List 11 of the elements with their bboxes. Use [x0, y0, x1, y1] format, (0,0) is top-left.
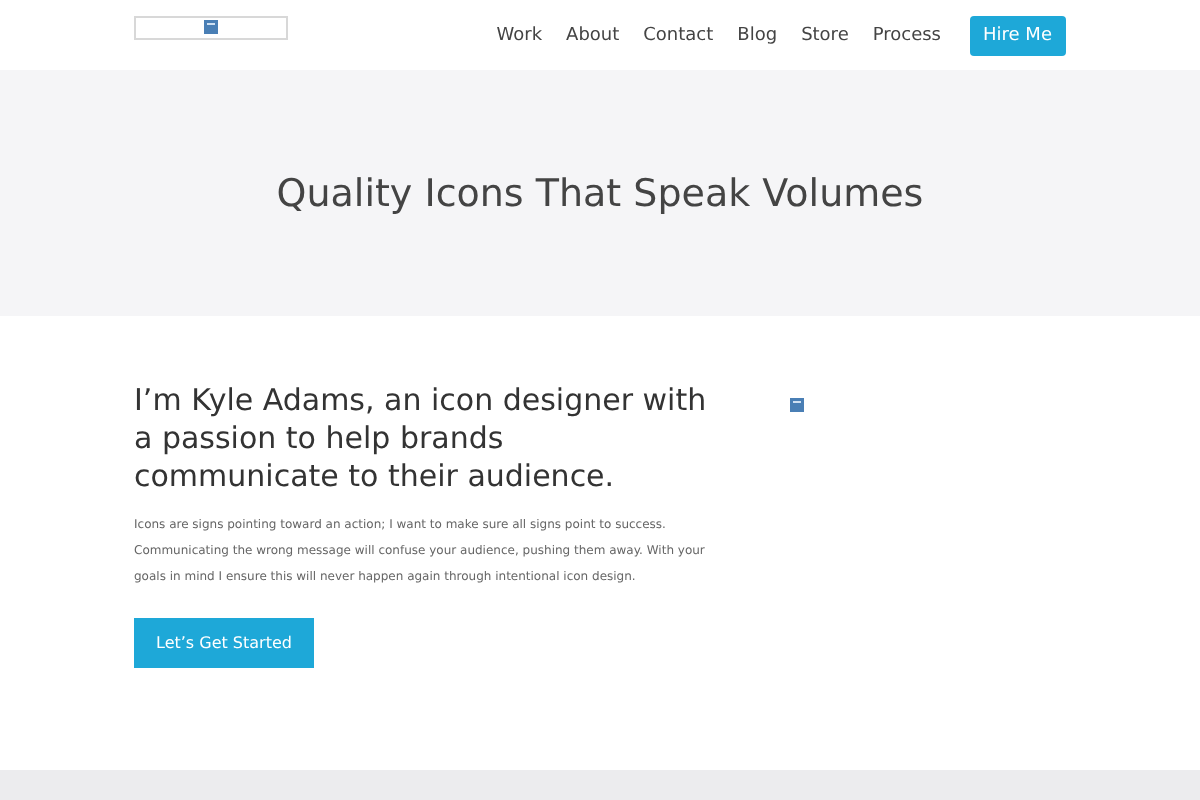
nav-link[interactable]: Store [801, 25, 849, 45]
nav-link[interactable]: Blog [737, 25, 778, 45]
broken-image-icon [790, 398, 804, 412]
intro-heading: I’m Kyle Adams, an icon designer with a passion to help brands communicate to their audience. [134, 382, 709, 496]
hero-title: Quality Icons That Speak Volumes [276, 171, 924, 215]
broken-image-icon [204, 20, 218, 34]
nav-link[interactable]: About [566, 25, 620, 45]
nav-link[interactable]: Process [872, 25, 942, 45]
logo-placeholder[interactable] [134, 15, 288, 39]
nav-link[interactable]: Contact [643, 25, 714, 45]
nav-link[interactable]: Work [496, 25, 543, 45]
